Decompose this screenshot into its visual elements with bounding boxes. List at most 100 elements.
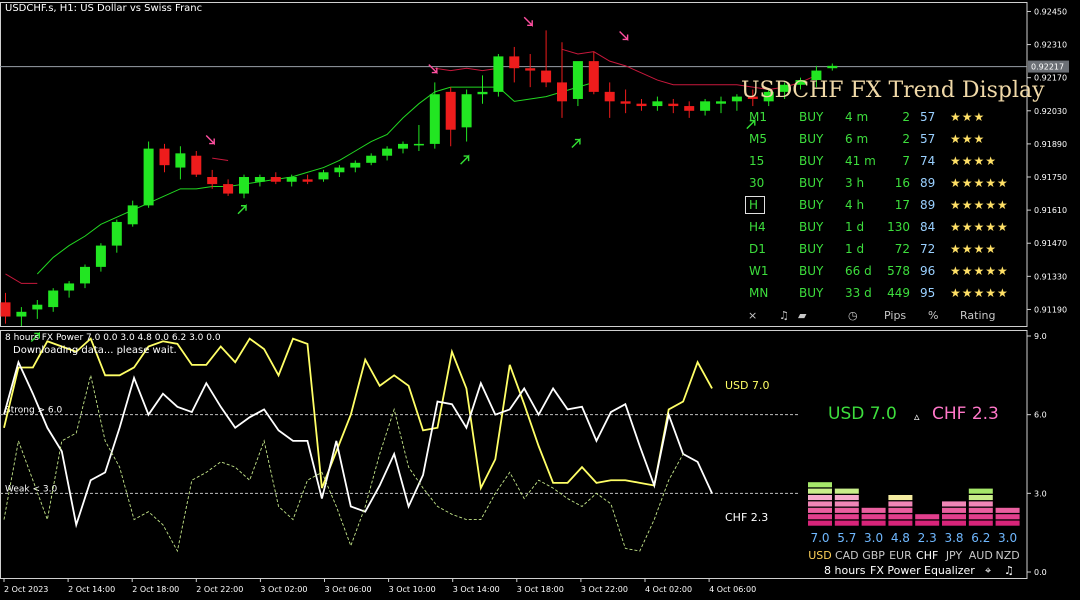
equalizer-bar-segment: [968, 507, 993, 513]
bear-candle: [541, 70, 552, 83]
time-tick-label: 4 Oct 02:00: [645, 585, 692, 594]
bull-candle: [366, 155, 377, 163]
trend-display-title: USDCHF FX Trend Display: [741, 78, 1045, 103]
trend-sound-icon[interactable]: ♫: [779, 309, 789, 322]
selected-timeframe-box: [745, 196, 765, 214]
legend-fxpower[interactable]: FX Power: [870, 564, 921, 577]
time-tick-label: 4 Oct 06:00: [709, 585, 756, 594]
equalizer-bar-segment: [861, 514, 886, 520]
equalizer-currency-label[interactable]: CHF: [913, 549, 941, 562]
bear-candle: [0, 302, 11, 317]
trend-row[interactable]: D1 BUY 1 d 72 72 ★★★★: [740, 242, 1030, 262]
buy-arrow-icon: [571, 137, 581, 149]
equalizer-bar-segment: [995, 507, 1020, 513]
legend-8hours[interactable]: 8 hours: [824, 564, 865, 577]
bear-candle: [159, 148, 170, 166]
trend-rating-stars: ★★★★★: [950, 264, 1009, 278]
bull-candle: [48, 290, 59, 308]
weak-threshold-label: Weak < 3.0: [5, 484, 57, 494]
music-icon[interactable]: ♫: [1004, 564, 1014, 577]
trend-duration: 4 m: [845, 110, 869, 124]
bear-candle: [270, 177, 281, 182]
equalizer-currency-label[interactable]: AUD: [967, 549, 995, 562]
trend-row[interactable]: 15 BUY 41 m 7 74 ★★★★: [740, 154, 1030, 174]
usd-power-line: [3, 337, 713, 492]
price-tick-label: 0.92030: [1034, 107, 1067, 116]
trend-percent: 72: [920, 242, 936, 256]
pair-usd-strength: USD 7.0: [828, 404, 897, 424]
equalizer-bar-segment: [834, 488, 859, 494]
equalizer-currency-label[interactable]: CAD: [833, 549, 861, 562]
fxpower-tick-label: 0.0: [1034, 568, 1047, 577]
trend-close-icon[interactable]: ×: [748, 309, 757, 322]
trend-rating-stars: ★★★★★: [950, 176, 1009, 190]
trend-duration: 33 d: [845, 286, 872, 300]
bull-candle: [95, 245, 106, 267]
bull-candle: [477, 91, 488, 95]
equalizer-value-label: 3.0: [998, 531, 1018, 545]
current-price-label: 0.92217: [1031, 63, 1064, 72]
crosshair-icon[interactable]: ⌖: [985, 564, 991, 578]
trend-direction: BUY: [799, 220, 824, 234]
time-tick-label: 2 Oct 22:00: [196, 585, 243, 594]
bull-candle: [350, 162, 361, 168]
time-tick-label: 2 Oct 2023: [4, 585, 48, 594]
trend-timeframe: MN: [749, 286, 769, 300]
trend-percent: 95: [920, 286, 936, 300]
equalizer-bar-segment: [808, 501, 832, 507]
trend-pips: 2: [902, 110, 910, 124]
price-tick-label: 0.91190: [1034, 305, 1067, 314]
legend-equalizer[interactable]: Equalizer: [924, 564, 975, 577]
trend-pips: 130: [887, 220, 910, 234]
trend-duration: 4 h: [845, 198, 865, 212]
trend-pips: 578: [887, 264, 910, 278]
trend-pips: 72: [894, 242, 910, 256]
bull-candle: [127, 205, 138, 225]
equalizer-bar-segment: [861, 507, 886, 513]
bear-candle: [223, 184, 234, 194]
trend-row[interactable]: M5 BUY 6 m 2 57 ★★★: [740, 132, 1030, 152]
equalizer-bar-segment: [968, 495, 993, 501]
bull-candle: [716, 101, 726, 104]
bear-candle: [302, 179, 313, 182]
trend-row[interactable]: 30 BUY 3 h 16 89 ★★★★★: [740, 176, 1030, 196]
trend-fast-icon[interactable]: ▰: [798, 309, 806, 322]
trend-timeframe: M1: [749, 110, 767, 124]
equalizer-bar-segment: [968, 501, 993, 507]
price-tick-label: 0.91610: [1034, 206, 1067, 215]
bull-candle: [413, 143, 424, 146]
equalizer-currency-label[interactable]: JPY: [940, 549, 968, 562]
fxpower-title: 8 hours FX Power 7.0 0.0 3.0 4.8 0.0 6.2…: [5, 333, 221, 343]
equalizer-currency-label[interactable]: USD: [806, 549, 834, 562]
equalizer-value-label: 5.7: [837, 531, 857, 545]
trend-rating-header: Rating: [960, 309, 996, 322]
equalizer-bar-segment: [808, 482, 832, 488]
bull-candle: [461, 94, 472, 128]
fxpower-status: Downloading data... please wait.: [13, 345, 177, 356]
equalizer-value-label: 4.8: [890, 531, 910, 545]
strong-threshold-label: Strong > 6.0: [5, 406, 63, 416]
bull-candle: [143, 148, 154, 206]
equalizer-bar-segment: [834, 514, 859, 520]
trend-row[interactable]: H BUY 4 h 17 89 ★★★★★: [740, 196, 1030, 218]
equalizer-bar-segment: [942, 514, 966, 520]
trend-clock-icon: ◷: [848, 309, 858, 322]
resistance-line: [434, 67, 499, 72]
time-tick-label: 2 Oct 18:00: [132, 585, 179, 594]
bull-candle: [239, 177, 249, 194]
equalizer-currency-label[interactable]: NZD: [994, 549, 1022, 562]
trend-row[interactable]: M1 BUY 4 m 2 57 ★★★: [740, 110, 1030, 130]
equalizer-bar-segment: [968, 488, 993, 494]
equalizer-bar-segment: [834, 501, 859, 507]
equalizer-currency-label[interactable]: EUR: [886, 549, 914, 562]
bear-candle: [636, 103, 647, 107]
trend-row[interactable]: W1 BUY 66 d 578 96 ★★★★★: [740, 264, 1030, 284]
pair-chf-strength: CHF 2.3: [932, 404, 999, 424]
bear-candle: [588, 61, 599, 92]
bear-candle: [191, 155, 202, 175]
trend-row[interactable]: H4 BUY 1 d 130 84 ★★★★★: [740, 220, 1030, 240]
bull-candle: [700, 101, 711, 111]
equalizer-currency-label[interactable]: GBP: [860, 549, 888, 562]
equalizer-bar-segment: [834, 507, 859, 513]
trend-row[interactable]: MN BUY 33 d 449 95 ★★★★★: [740, 286, 1030, 306]
